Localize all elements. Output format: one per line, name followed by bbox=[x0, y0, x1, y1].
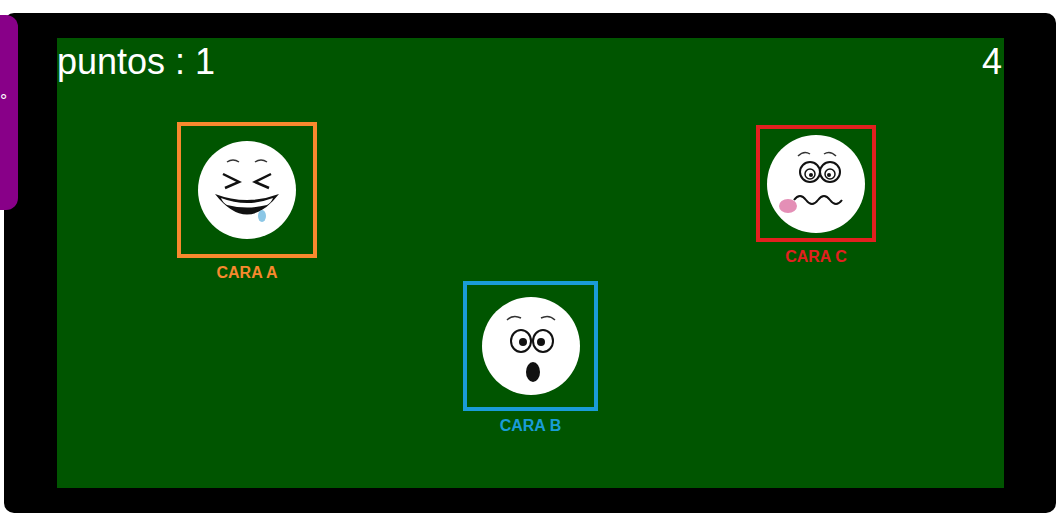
face-option[interactable]: CARA B bbox=[463, 281, 598, 436]
dizzy-face-icon bbox=[766, 134, 866, 234]
face-box[interactable] bbox=[177, 122, 317, 258]
face-box[interactable] bbox=[463, 281, 598, 411]
game-frame: puntos : 1 4 CARA A CARA B CARA C bbox=[4, 13, 1056, 513]
face-label: CARA B bbox=[500, 416, 562, 436]
game-board: puntos : 1 4 CARA A CARA B CARA C bbox=[57, 38, 1004, 488]
laughing-face-icon bbox=[197, 140, 297, 240]
timer-label: 4 bbox=[982, 42, 1002, 82]
side-tab[interactable]: ° bbox=[0, 15, 18, 210]
face-label: CARA A bbox=[216, 263, 277, 283]
face-option[interactable]: CARA A bbox=[177, 122, 317, 283]
face-box[interactable] bbox=[756, 125, 876, 242]
game-page: ° puntos : 1 4 CARA A CARA B CARA C bbox=[0, 0, 1058, 523]
score-label: puntos : 1 bbox=[57, 42, 215, 82]
hud: puntos : 1 4 bbox=[57, 38, 1004, 82]
side-tab-text: ° bbox=[0, 91, 7, 112]
surprised-face-icon bbox=[481, 296, 581, 396]
face-label: CARA C bbox=[785, 247, 847, 267]
face-option[interactable]: CARA C bbox=[756, 125, 876, 267]
